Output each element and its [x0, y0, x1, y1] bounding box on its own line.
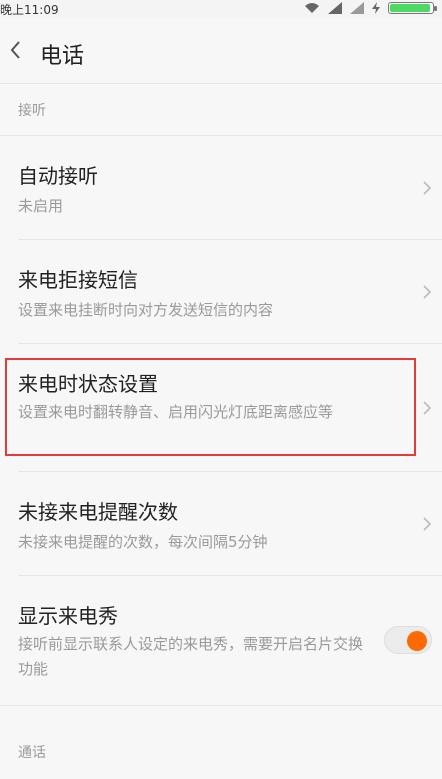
- app-header: 电话: [0, 18, 442, 84]
- missed-call-reminder-item[interactable]: 未接来电提醒次数 未接来电提醒的次数，每次间隔5分钟: [0, 472, 442, 576]
- section-divider: [0, 705, 442, 706]
- signal-icon-2: [350, 2, 364, 14]
- status-time: 晚上11:09: [0, 3, 59, 17]
- caller-show-subtitle: 接听前显示联系人设定的来电秀，需要开启名片交换功能: [18, 635, 364, 678]
- auto-answer-subtitle: 未启用: [18, 197, 64, 215]
- back-arrow-icon[interactable]: [8, 38, 24, 62]
- chevron-right-icon: [423, 285, 432, 299]
- chevron-right-icon: [423, 181, 432, 195]
- section-header-answer: 接听: [18, 103, 46, 119]
- missed-call-reminder-subtitle: 未接来电提醒的次数，每次间隔5分钟: [18, 533, 268, 551]
- caller-show-title: 显示来电秀: [18, 604, 118, 628]
- page-title: 电话: [40, 44, 85, 69]
- caller-show-item[interactable]: 显示来电秀 接听前显示联系人设定的来电秀，需要开启名片交换功能: [0, 576, 442, 704]
- header-divider: [0, 83, 442, 84]
- section-header-call: 通话: [18, 745, 46, 761]
- toggle-knob: [407, 631, 427, 651]
- chevron-right-icon: [423, 401, 432, 415]
- signal-icon: [328, 2, 342, 14]
- reject-sms-subtitle: 设置来电挂断时向对方发送短信的内容: [18, 301, 274, 319]
- charging-icon: [372, 2, 380, 14]
- auto-answer-item[interactable]: 自动接听 未启用: [0, 136, 442, 240]
- status-bar: 晚上11:09: [0, 0, 442, 18]
- chevron-right-icon: [423, 517, 432, 531]
- incoming-call-state-title: 来电时状态设置: [18, 372, 158, 396]
- reject-sms-title: 来电拒接短信: [18, 268, 138, 292]
- battery-icon: [388, 2, 437, 14]
- reject-sms-item[interactable]: 来电拒接短信 设置来电挂断时向对方发送短信的内容: [0, 240, 442, 344]
- status-icons: [304, 2, 437, 14]
- incoming-call-state-subtitle: 设置来电时翻转静音、启用闪光灯底距离感应等: [18, 403, 334, 421]
- caller-show-toggle[interactable]: [384, 626, 432, 654]
- missed-call-reminder-title: 未接来电提醒次数: [18, 500, 178, 524]
- incoming-call-state-item[interactable]: 来电时状态设置 设置来电时翻转静音、启用闪光灯底距离感应等: [0, 344, 442, 472]
- wifi-icon: [305, 3, 319, 13]
- auto-answer-title: 自动接听: [18, 164, 98, 188]
